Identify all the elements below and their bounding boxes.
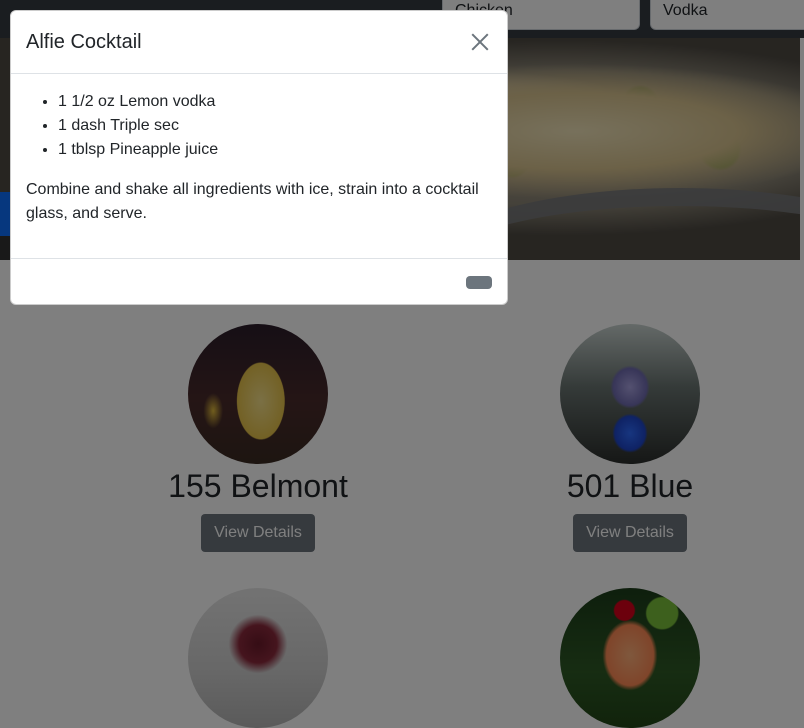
instructions-text: Combine and shake all ingredients with i…: [26, 181, 479, 222]
ingredient-item: 1 tblsp Pineapple juice: [58, 138, 492, 162]
modal-close-button[interactable]: [466, 276, 492, 289]
cocktail-modal: Alfie Cocktail 1 1/2 oz Lemon vodka 1 da…: [10, 10, 508, 305]
close-icon[interactable]: [468, 30, 492, 54]
ingredient-item: 1 1/2 oz Lemon vodka: [58, 90, 492, 114]
ingredient-list: 1 1/2 oz Lemon vodka 1 dash Triple sec 1…: [26, 90, 492, 162]
modal-footer: [11, 259, 507, 305]
ingredient-item: 1 dash Triple sec: [58, 114, 492, 138]
modal-body: 1 1/2 oz Lemon vodka 1 dash Triple sec 1…: [11, 74, 507, 259]
modal-title: Alfie Cocktail: [26, 30, 142, 53]
modal-header: Alfie Cocktail: [11, 11, 507, 74]
